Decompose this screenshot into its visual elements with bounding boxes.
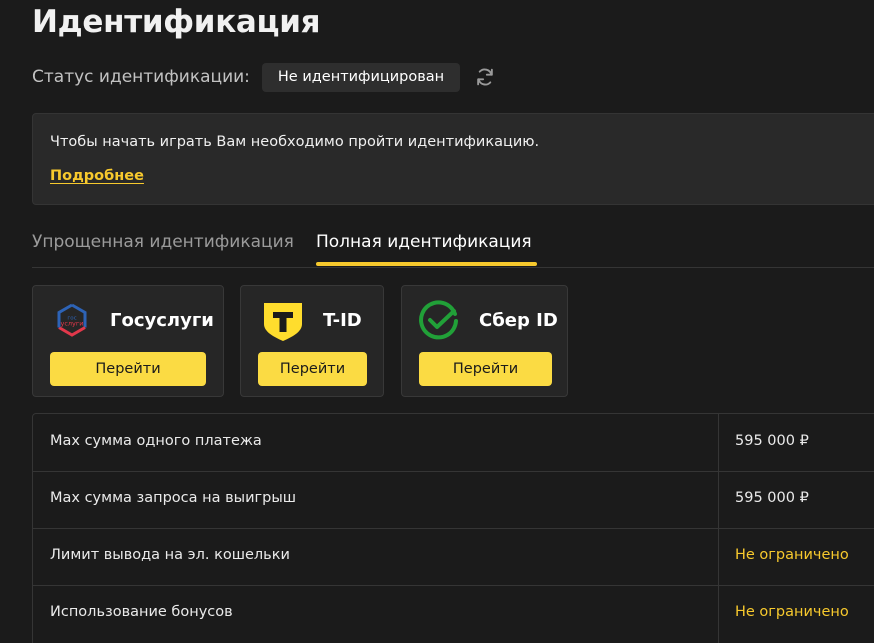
provider-name-sber: Сбер ID: [479, 310, 558, 331]
table-row: Использование бонусов Не ограничено: [33, 585, 874, 642]
table-row: Max сумма запроса на выигрыш 595 000 ₽: [33, 471, 874, 528]
notice-text: Чтобы начать играть Вам необходимо пройт…: [50, 134, 540, 150]
provider-card-gosuslugi: гос услуги Госуслуги Перейти: [32, 285, 224, 397]
limit-value: Не ограничено: [735, 547, 849, 563]
tab-simple-identification[interactable]: Упрощенная идентификация: [32, 232, 294, 267]
status-row: Статус идентификации: Не идентифицирован: [32, 62, 496, 92]
refresh-icon[interactable]: [474, 66, 496, 88]
identification-page: Идентификация Статус идентификации: Не и…: [0, 0, 874, 643]
provider-card-sber: Сбер ID Перейти: [401, 285, 568, 397]
active-tab-indicator: [316, 262, 537, 266]
identification-tabs: Упрощенная идентификация Полная идентифи…: [32, 228, 874, 268]
tid-shield-icon: [262, 300, 304, 342]
identification-notice: Чтобы начать играть Вам необходимо пройт…: [32, 113, 874, 205]
more-info-link[interactable]: Подробнее: [50, 168, 144, 184]
gosuslugi-go-button[interactable]: Перейти: [50, 352, 206, 386]
limit-value: Не ограничено: [735, 604, 849, 620]
limit-name: Лимит вывода на эл. кошельки: [50, 547, 290, 563]
page-title: Идентификация: [32, 4, 321, 40]
provider-name-tid: T-ID: [323, 310, 362, 331]
table-row: Лимит вывода на эл. кошельки Не ограниче…: [33, 528, 874, 585]
limit-name: Использование бонусов: [50, 604, 233, 620]
gosuslugi-logo-icon: гос услуги: [51, 300, 93, 342]
provider-name-gosuslugi: Госуслуги: [110, 310, 214, 331]
table-row: Max сумма одного платежа 595 000 ₽: [33, 414, 874, 471]
tid-go-button[interactable]: Перейти: [258, 352, 367, 386]
limit-name: Max сумма одного платежа: [50, 433, 262, 449]
status-badge: Не идентифицирован: [261, 62, 461, 92]
limits-table: Max сумма одного платежа 595 000 ₽ Max с…: [32, 413, 874, 643]
provider-card-tid: T-ID Перейти: [240, 285, 384, 397]
sber-go-button[interactable]: Перейти: [419, 352, 552, 386]
svg-text:услуги: услуги: [60, 320, 83, 328]
limit-name: Max сумма запроса на выигрыш: [50, 490, 297, 506]
limit-value: 595 000 ₽: [735, 433, 809, 449]
status-label: Статус идентификации:: [32, 67, 250, 87]
sber-check-icon: [418, 300, 460, 342]
limit-value: 595 000 ₽: [735, 490, 809, 506]
